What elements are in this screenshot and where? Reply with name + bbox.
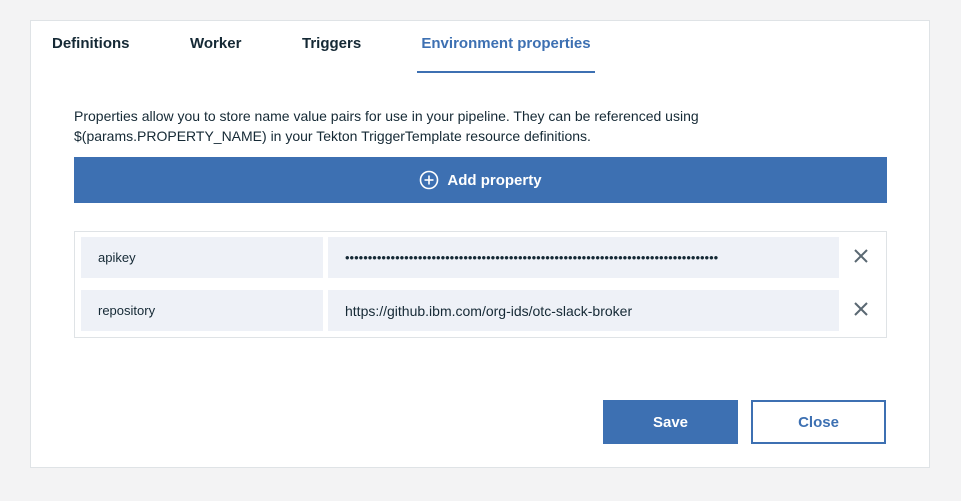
property-value-field[interactable]: ••••••••••••••••••••••••••••••••••••••••… <box>328 237 839 278</box>
property-row: apikey •••••••••••••••••••••••••••••••••… <box>81 237 881 279</box>
environment-properties-panel: Definitions Worker Triggers Environment … <box>30 20 930 468</box>
properties-list: apikey •••••••••••••••••••••••••••••••••… <box>74 231 887 338</box>
tab-worker[interactable]: Worker <box>190 35 241 73</box>
tab-environment-properties[interactable]: Environment properties <box>417 35 595 73</box>
close-button[interactable]: Close <box>751 400 886 444</box>
plus-circle-icon <box>419 170 439 190</box>
description-line-1: Properties allow you to store name value… <box>74 108 699 124</box>
tab-triggers[interactable]: Triggers <box>302 35 361 73</box>
close-icon <box>853 301 869 322</box>
description-line-2: $(params.PROPERTY_NAME) in your Tekton T… <box>74 128 591 144</box>
properties-description: Properties allow you to store name value… <box>74 106 874 146</box>
property-name-field[interactable]: apikey <box>81 237 323 278</box>
add-property-label: Add property <box>447 171 542 189</box>
property-row: repository https://github.ibm.com/org-id… <box>81 290 881 332</box>
tab-definitions[interactable]: Definitions <box>52 35 130 73</box>
property-name-field[interactable]: repository <box>81 290 323 331</box>
save-button[interactable]: Save <box>603 400 738 444</box>
tab-bar: Definitions Worker Triggers Environment … <box>31 21 929 73</box>
add-property-button[interactable]: Add property <box>74 157 887 203</box>
property-value-field[interactable]: https://github.ibm.com/org-ids/otc-slack… <box>328 290 839 331</box>
remove-property-button[interactable] <box>851 248 871 268</box>
remove-property-button[interactable] <box>851 301 871 321</box>
close-icon <box>853 248 869 269</box>
